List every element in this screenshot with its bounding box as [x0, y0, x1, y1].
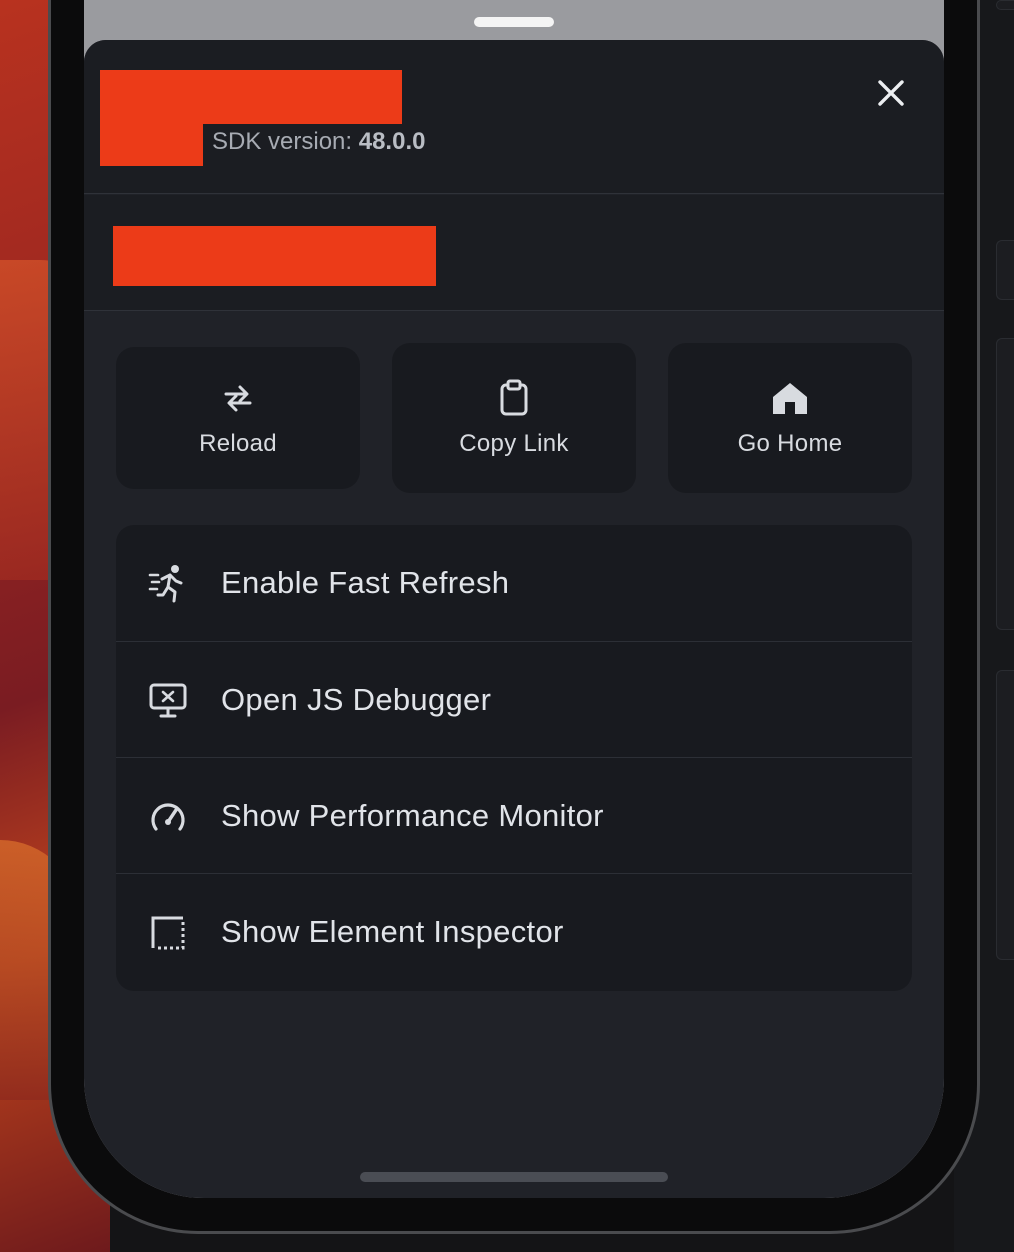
- menu-item-element-inspector[interactable]: Show Element Inspector: [116, 873, 912, 989]
- clipboard-icon: [500, 379, 528, 416]
- panel-segment: [996, 338, 1014, 630]
- go-home-button[interactable]: Go Home: [668, 343, 912, 493]
- debugger-monitor-icon: [149, 683, 187, 717]
- copy-link-button[interactable]: Copy Link: [392, 343, 636, 493]
- reload-button[interactable]: Reload: [116, 347, 360, 489]
- menu-item-js-debugger[interactable]: Open JS Debugger: [116, 641, 912, 757]
- sdk-version-label: SDK version:: [212, 128, 353, 155]
- sdk-version-value: 48.0.0: [358, 128, 426, 155]
- close-icon: [878, 80, 904, 106]
- menu-item-label: Open JS Debugger: [221, 681, 492, 717]
- menu-item-performance-monitor[interactable]: Show Performance Monitor: [116, 757, 912, 873]
- menu-item-label: Show Element Inspector: [221, 913, 564, 949]
- running-person-icon: [148, 565, 183, 603]
- developer-options-list: Enable Fast Refresh Open JS Debugger Sho…: [116, 525, 912, 991]
- app-url-row: [84, 195, 944, 311]
- go-home-label: Go Home: [737, 430, 843, 457]
- speedometer-icon: [151, 802, 185, 831]
- developer-menu-sheet: SDK version: 48.0.0 Reload Copy Link Go …: [84, 40, 944, 1198]
- redacted-app-name: [100, 70, 402, 124]
- menu-item-fast-refresh[interactable]: Enable Fast Refresh: [116, 525, 912, 641]
- copy-link-label: Copy Link: [459, 430, 569, 457]
- home-icon: [773, 383, 807, 414]
- panel-segment: [996, 240, 1014, 300]
- panel-segment: [996, 670, 1014, 960]
- reload-icon: [224, 385, 252, 412]
- home-indicator[interactable]: [360, 1172, 668, 1182]
- reload-label: Reload: [199, 430, 277, 457]
- close-button[interactable]: [870, 72, 912, 114]
- menu-item-label: Enable Fast Refresh: [221, 565, 510, 600]
- menu-item-label: Show Performance Monitor: [221, 797, 604, 833]
- redacted-app-icon: [100, 124, 203, 166]
- redacted-app-url: [113, 226, 436, 286]
- panel-segment: [996, 0, 1014, 10]
- sdk-version: SDK version: 48.0.0: [212, 128, 425, 156]
- sheet-grabber[interactable]: [474, 17, 554, 27]
- menu-header: SDK version: 48.0.0: [84, 40, 944, 194]
- inspector-frame-icon: [151, 916, 185, 949]
